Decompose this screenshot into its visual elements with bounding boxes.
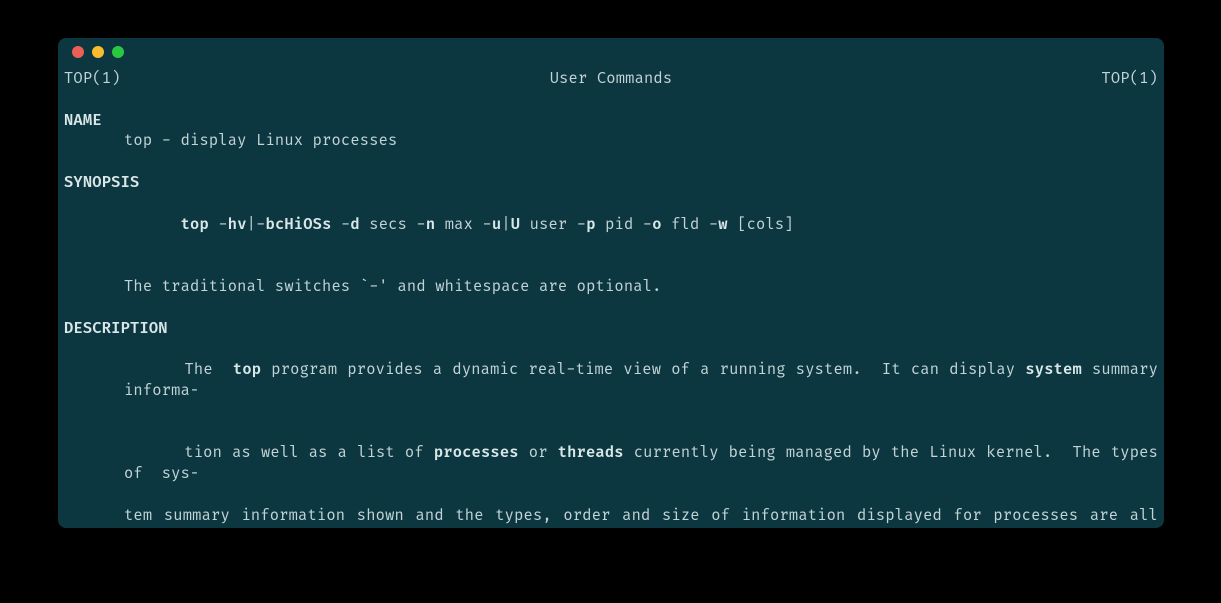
man-header: TOP(1) User Commands TOP(1) [64,69,1158,90]
desc-line: The top program provides a dynamic real-… [64,339,1158,422]
name-line: top - display Linux processes [64,131,1158,152]
terminal-window[interactable]: TOP(1) User Commands TOP(1) NAME top - d… [58,38,1164,528]
traditional-line: The traditional switches `-' and whitesp… [64,277,1158,298]
man-page-content[interactable]: TOP(1) User Commands TOP(1) NAME top - d… [58,66,1164,528]
minimize-icon[interactable] [92,46,104,58]
zoom-icon[interactable] [112,46,124,58]
section-name: NAME [64,111,1158,132]
desc-line: tion as well as a list of processes or t… [64,423,1158,506]
man-header-right: TOP(1) [1101,69,1158,90]
close-icon[interactable] [72,46,84,58]
synopsis-line: top -hv|-bcHiOSs -d secs -n max -u|U use… [64,194,1158,256]
section-synopsis: SYNOPSIS [64,173,1158,194]
man-header-left: TOP(1) [64,69,121,90]
section-description: DESCRIPTION [64,319,1158,340]
desc-line: tem summary information shown and the ty… [64,506,1158,528]
man-header-center: User Commands [550,69,673,90]
titlebar [58,38,1164,66]
